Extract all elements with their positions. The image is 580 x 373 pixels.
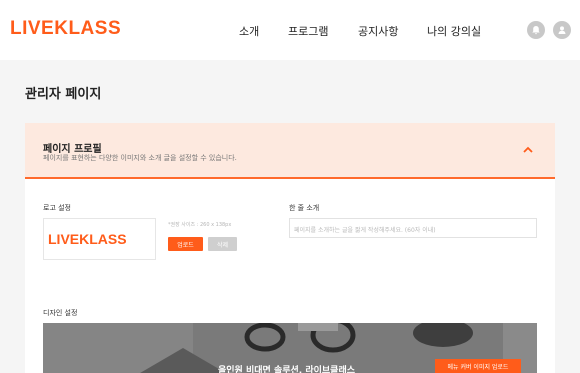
top-navigation-bar: LIVEKLASS 소개 프로그램 공지사항 나의 강의실 xyxy=(0,0,580,60)
nav-notice[interactable]: 공지사항 xyxy=(358,23,398,39)
page-title: 관리자 페이지 xyxy=(25,87,102,102)
intro-input[interactable]: 페이지를 소개하는 글을 짧게 작성해주세요. (60자 이내) xyxy=(289,218,537,238)
chevron-up-icon[interactable] xyxy=(522,145,534,155)
profile-card: 페이지 프로필 페이지를 표현하는 다양한 이미지와 소개 글을 설정할 수 있… xyxy=(25,123,555,373)
logo-upload-button[interactable]: 업로드 xyxy=(168,237,203,251)
user-icon xyxy=(558,26,566,34)
nav-intro[interactable]: 소개 xyxy=(239,23,259,39)
notification-button[interactable] xyxy=(527,21,545,39)
banner-headline: 올인원 비대면 솔루션, 라이브클래스 xyxy=(218,366,356,373)
nav-program[interactable]: 프로그램 xyxy=(288,23,328,39)
logo-setting-label: 로고 설정 xyxy=(43,204,71,212)
profile-section-header[interactable]: 페이지 프로필 페이지를 표현하는 다양한 이미지와 소개 글을 설정할 수 있… xyxy=(25,123,555,179)
liveklass-logo[interactable]: LIVEKLASS xyxy=(10,18,121,40)
nav-my-classroom[interactable]: 나의 강의실 xyxy=(427,23,481,39)
logo-preview-image: LIVEKLASS xyxy=(48,231,127,247)
logo-size-hint: *권장 사이즈 : 260 x 138px xyxy=(168,222,232,228)
bell-icon xyxy=(532,26,540,35)
profile-button[interactable] xyxy=(553,21,571,39)
logo-delete-button[interactable]: 삭제 xyxy=(208,237,237,251)
profile-section-subtitle: 페이지를 표현하는 다양한 이미지와 소개 글을 설정할 수 있습니다. xyxy=(43,154,237,162)
intro-label: 한 줄 소개 xyxy=(289,204,320,212)
design-setting-label: 디자인 설정 xyxy=(43,309,78,317)
cover-banner-image: 올인원 비대면 솔루션, 라이브클래스 메뉴 커버 이미지 업로드 xyxy=(43,323,537,373)
logo-preview: LIVEKLASS xyxy=(43,218,156,260)
cover-image-upload-button[interactable]: 메뉴 커버 이미지 업로드 xyxy=(435,359,521,373)
